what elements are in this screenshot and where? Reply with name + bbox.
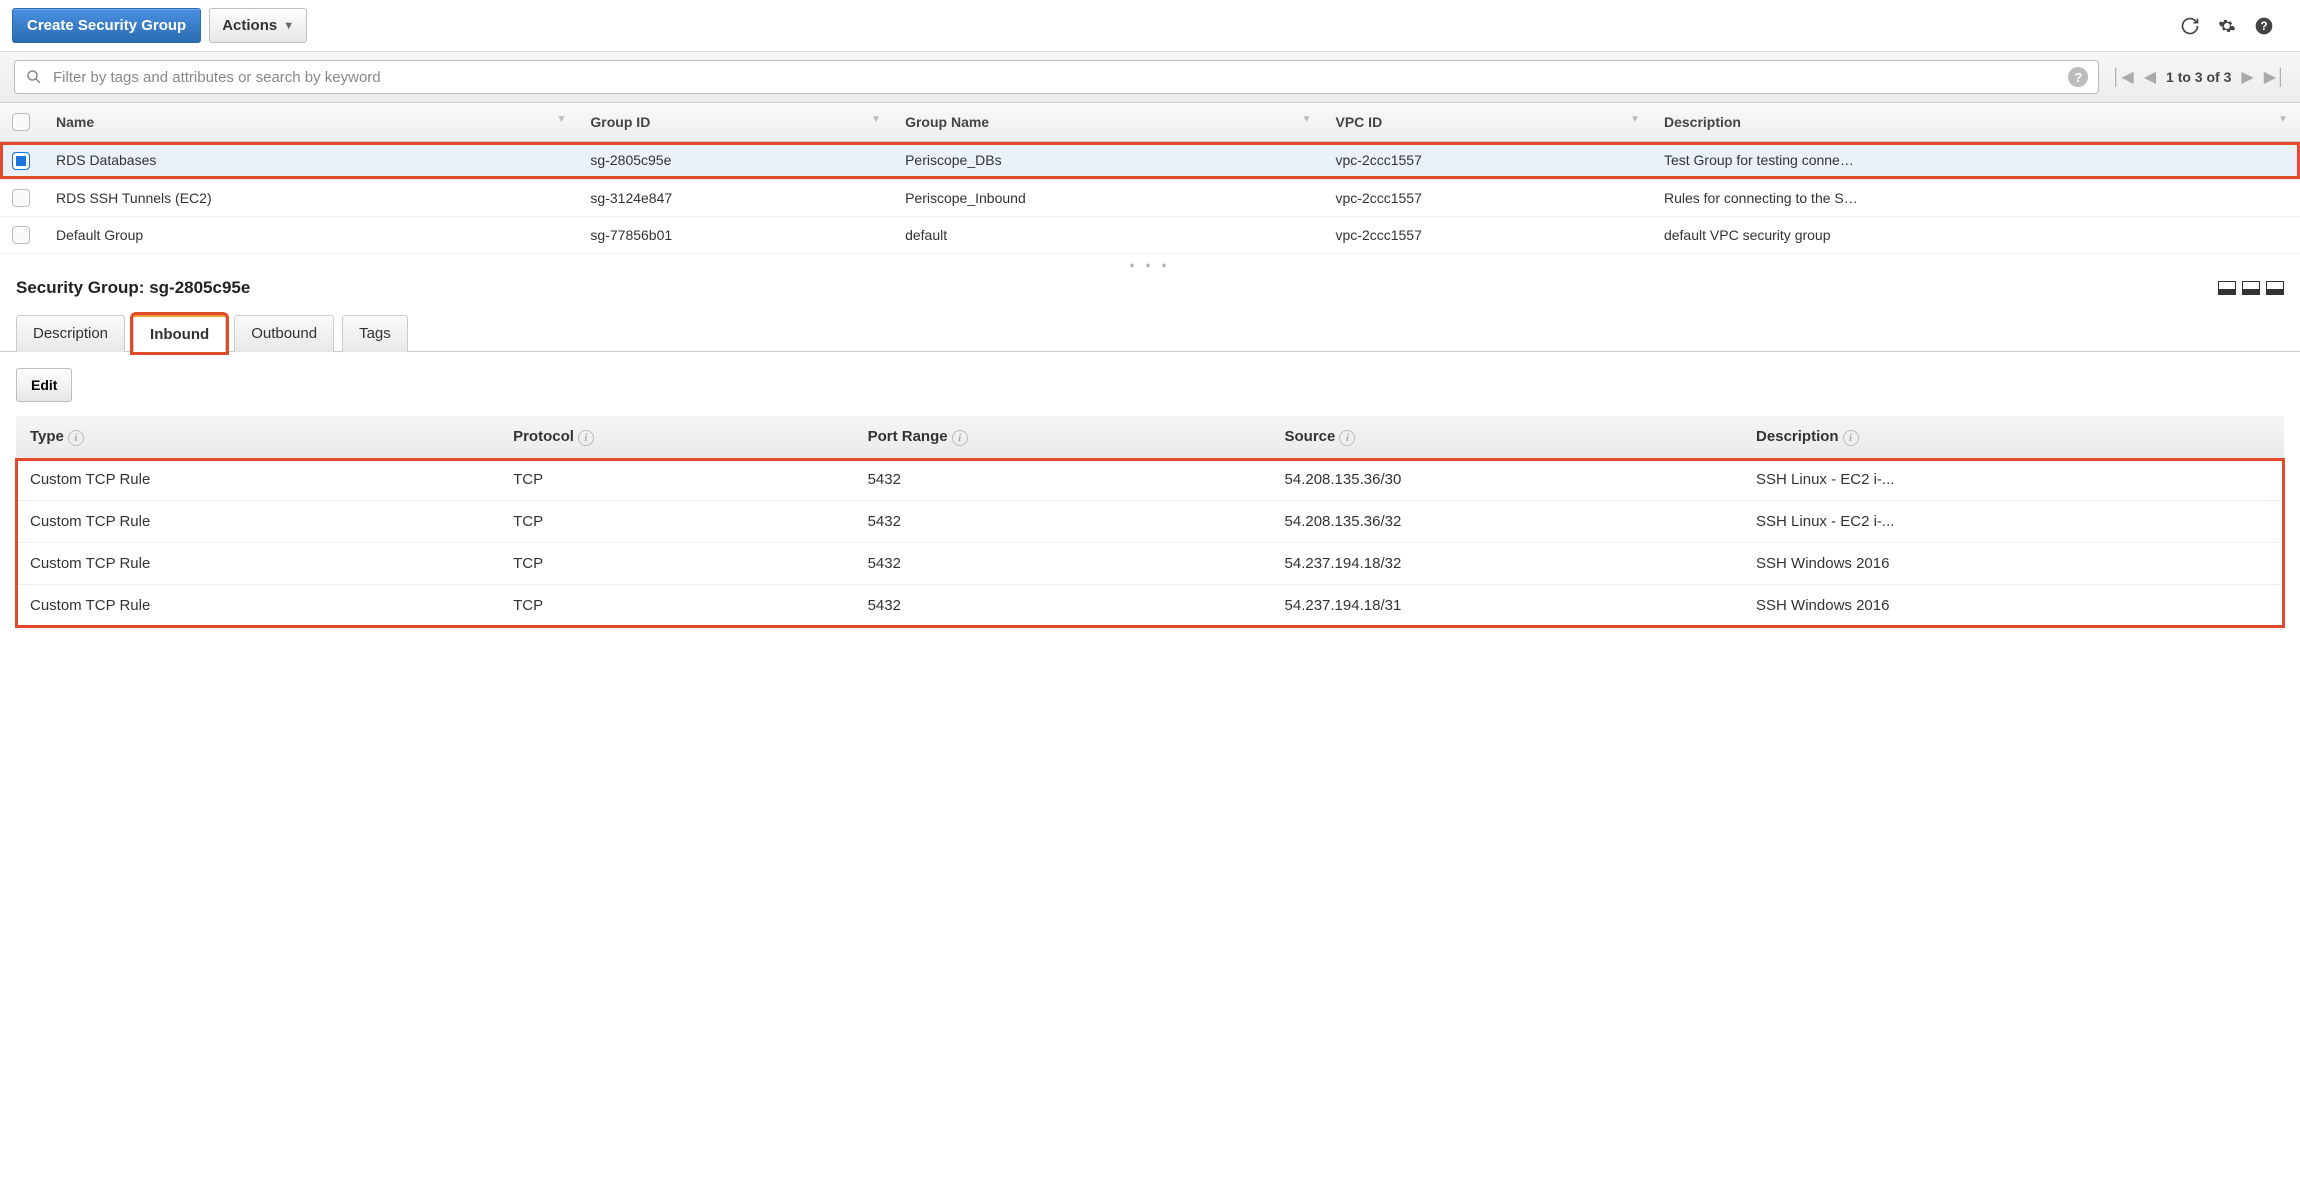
toolbar-right: ? <box>2180 16 2288 36</box>
cell-group-id: sg-2805c95e <box>578 142 893 179</box>
layout-toggle <box>2218 281 2284 295</box>
pager-last-icon[interactable]: ▶│ <box>2264 67 2286 87</box>
info-icon[interactable]: i <box>578 430 594 446</box>
pager-next-icon[interactable]: ▶ <box>2241 67 2253 87</box>
pager-prev-icon[interactable]: ◀ <box>2144 67 2156 87</box>
cell-vpc-id: vpc-2ccc1557 <box>1324 142 1652 179</box>
cell-rule-port-range: 5432 <box>854 585 1271 627</box>
tab-tags[interactable]: Tags <box>342 315 408 352</box>
cell-rule-description: SSH Windows 2016 <box>1742 543 2284 585</box>
actions-label: Actions <box>222 17 277 34</box>
rule-row[interactable]: Custom TCP Rule TCP 5432 54.208.135.36/3… <box>16 501 2284 543</box>
cell-rule-type: Custom TCP Rule <box>16 501 499 543</box>
detail-header: Security Group: sg-2805c95e <box>0 270 2300 302</box>
rule-col-port-range: Port Rangei <box>854 416 1271 459</box>
actions-dropdown-button[interactable]: Actions ▼ <box>209 8 307 43</box>
info-icon[interactable]: i <box>952 430 968 446</box>
table-row[interactable]: Default Group sg-77856b01 default vpc-2c… <box>0 216 2300 253</box>
row-checkbox[interactable] <box>12 226 30 244</box>
layout-option-1-icon[interactable] <box>2218 281 2236 295</box>
cell-group-name: Periscope_DBs <box>893 142 1323 179</box>
detail-tabs: Description Inbound Outbound Tags <box>0 314 2300 352</box>
layout-option-2-icon[interactable] <box>2242 281 2260 295</box>
search-input-wrap[interactable]: ? <box>14 60 2099 94</box>
info-icon[interactable]: i <box>1339 430 1355 446</box>
layout-option-3-icon[interactable] <box>2266 281 2284 295</box>
filter-bar: ? │◀ ◀ 1 to 3 of 3 ▶ ▶│ <box>0 51 2300 103</box>
cell-group-name: Periscope_Inbound <box>893 179 1323 216</box>
cell-rule-source: 54.208.135.36/32 <box>1271 501 1743 543</box>
inbound-rules-table: Typei Protocoli Port Rangei Sourcei Desc… <box>16 416 2284 627</box>
cell-group-id: sg-77856b01 <box>578 216 893 253</box>
edit-rules-button[interactable]: Edit <box>16 368 72 402</box>
top-toolbar: Create Security Group Actions ▼ ? <box>0 0 2300 51</box>
cell-description: default VPC security group <box>1652 216 2300 253</box>
tab-outbound[interactable]: Outbound <box>234 315 334 352</box>
cell-rule-description: SSH Linux - EC2 i-... <box>1742 501 2284 543</box>
chevron-down-icon: ▼ <box>283 20 294 32</box>
rule-row[interactable]: Custom TCP Rule TCP 5432 54.237.194.18/3… <box>16 543 2284 585</box>
cell-group-id: sg-3124e847 <box>578 179 893 216</box>
cell-name: RDS SSH Tunnels (EC2) <box>44 179 578 216</box>
rule-row[interactable]: Custom TCP Rule TCP 5432 54.237.194.18/3… <box>16 585 2284 627</box>
table-row[interactable]: RDS SSH Tunnels (EC2) sg-3124e847 Perisc… <box>0 179 2300 216</box>
column-group-name[interactable]: Group Name▼ <box>893 103 1323 142</box>
cell-rule-port-range: 5432 <box>854 543 1271 585</box>
pager: │◀ ◀ 1 to 3 of 3 ▶ ▶│ <box>2111 67 2286 87</box>
security-groups-table: Name▼ Group ID▼ Group Name▼ VPC ID▼ Desc… <box>0 103 2300 254</box>
tab-description[interactable]: Description <box>16 315 125 352</box>
cell-rule-protocol: TCP <box>499 501 853 543</box>
rule-col-description: Descriptioni <box>1742 416 2284 459</box>
column-group-id[interactable]: Group ID▼ <box>578 103 893 142</box>
svg-text:?: ? <box>2260 20 2267 33</box>
detail-title: Security Group: sg-2805c95e <box>16 278 250 298</box>
cell-rule-type: Custom TCP Rule <box>16 543 499 585</box>
help-icon[interactable]: ? <box>2254 16 2274 36</box>
cell-rule-source: 54.208.135.36/30 <box>1271 459 1743 501</box>
cell-vpc-id: vpc-2ccc1557 <box>1324 179 1652 216</box>
cell-rule-source: 54.237.194.18/31 <box>1271 585 1743 627</box>
info-icon[interactable]: i <box>1843 430 1859 446</box>
search-icon <box>25 68 43 86</box>
rule-col-source: Sourcei <box>1271 416 1743 459</box>
cell-rule-port-range: 5432 <box>854 501 1271 543</box>
row-checkbox[interactable] <box>12 152 30 170</box>
cell-rule-port-range: 5432 <box>854 459 1271 501</box>
column-name[interactable]: Name▼ <box>44 103 578 142</box>
pager-first-icon[interactable]: │◀ <box>2111 67 2133 87</box>
cell-rule-description: SSH Windows 2016 <box>1742 585 2284 627</box>
cell-name: Default Group <box>44 216 578 253</box>
column-description[interactable]: Description▼ <box>1652 103 2300 142</box>
row-checkbox[interactable] <box>12 189 30 207</box>
tab-inbound[interactable]: Inbound <box>133 315 226 352</box>
splitter-handle[interactable]: ● ● ● <box>0 254 2300 270</box>
search-help-icon[interactable]: ? <box>2068 67 2088 87</box>
info-icon[interactable]: i <box>68 430 84 446</box>
rule-col-protocol: Protocoli <box>499 416 853 459</box>
column-select-all[interactable] <box>0 103 44 142</box>
cell-rule-protocol: TCP <box>499 585 853 627</box>
cell-name: RDS Databases <box>44 142 578 179</box>
tab-body-inbound: Edit Typei Protocoli Port Rangei Sourcei… <box>0 352 2300 643</box>
cell-description: Test Group for testing conne… <box>1652 142 2300 179</box>
cell-description: Rules for connecting to the S… <box>1652 179 2300 216</box>
rule-row[interactable]: Custom TCP Rule TCP 5432 54.208.135.36/3… <box>16 459 2284 501</box>
cell-rule-protocol: TCP <box>499 543 853 585</box>
table-row[interactable]: RDS Databases sg-2805c95e Periscope_DBs … <box>0 142 2300 179</box>
cell-rule-protocol: TCP <box>499 459 853 501</box>
rule-col-type: Typei <box>16 416 499 459</box>
cell-rule-type: Custom TCP Rule <box>16 585 499 627</box>
cell-rule-source: 54.237.194.18/32 <box>1271 543 1743 585</box>
cell-rule-description: SSH Linux - EC2 i-... <box>1742 459 2284 501</box>
settings-gear-icon[interactable] <box>2218 17 2236 35</box>
pager-text: 1 to 3 of 3 <box>2166 69 2231 85</box>
column-vpc-id[interactable]: VPC ID▼ <box>1324 103 1652 142</box>
cell-group-name: default <box>893 216 1323 253</box>
refresh-icon[interactable] <box>2180 16 2200 36</box>
cell-vpc-id: vpc-2ccc1557 <box>1324 216 1652 253</box>
cell-rule-type: Custom TCP Rule <box>16 459 499 501</box>
search-input[interactable] <box>51 68 2068 87</box>
create-security-group-button[interactable]: Create Security Group <box>12 8 201 43</box>
